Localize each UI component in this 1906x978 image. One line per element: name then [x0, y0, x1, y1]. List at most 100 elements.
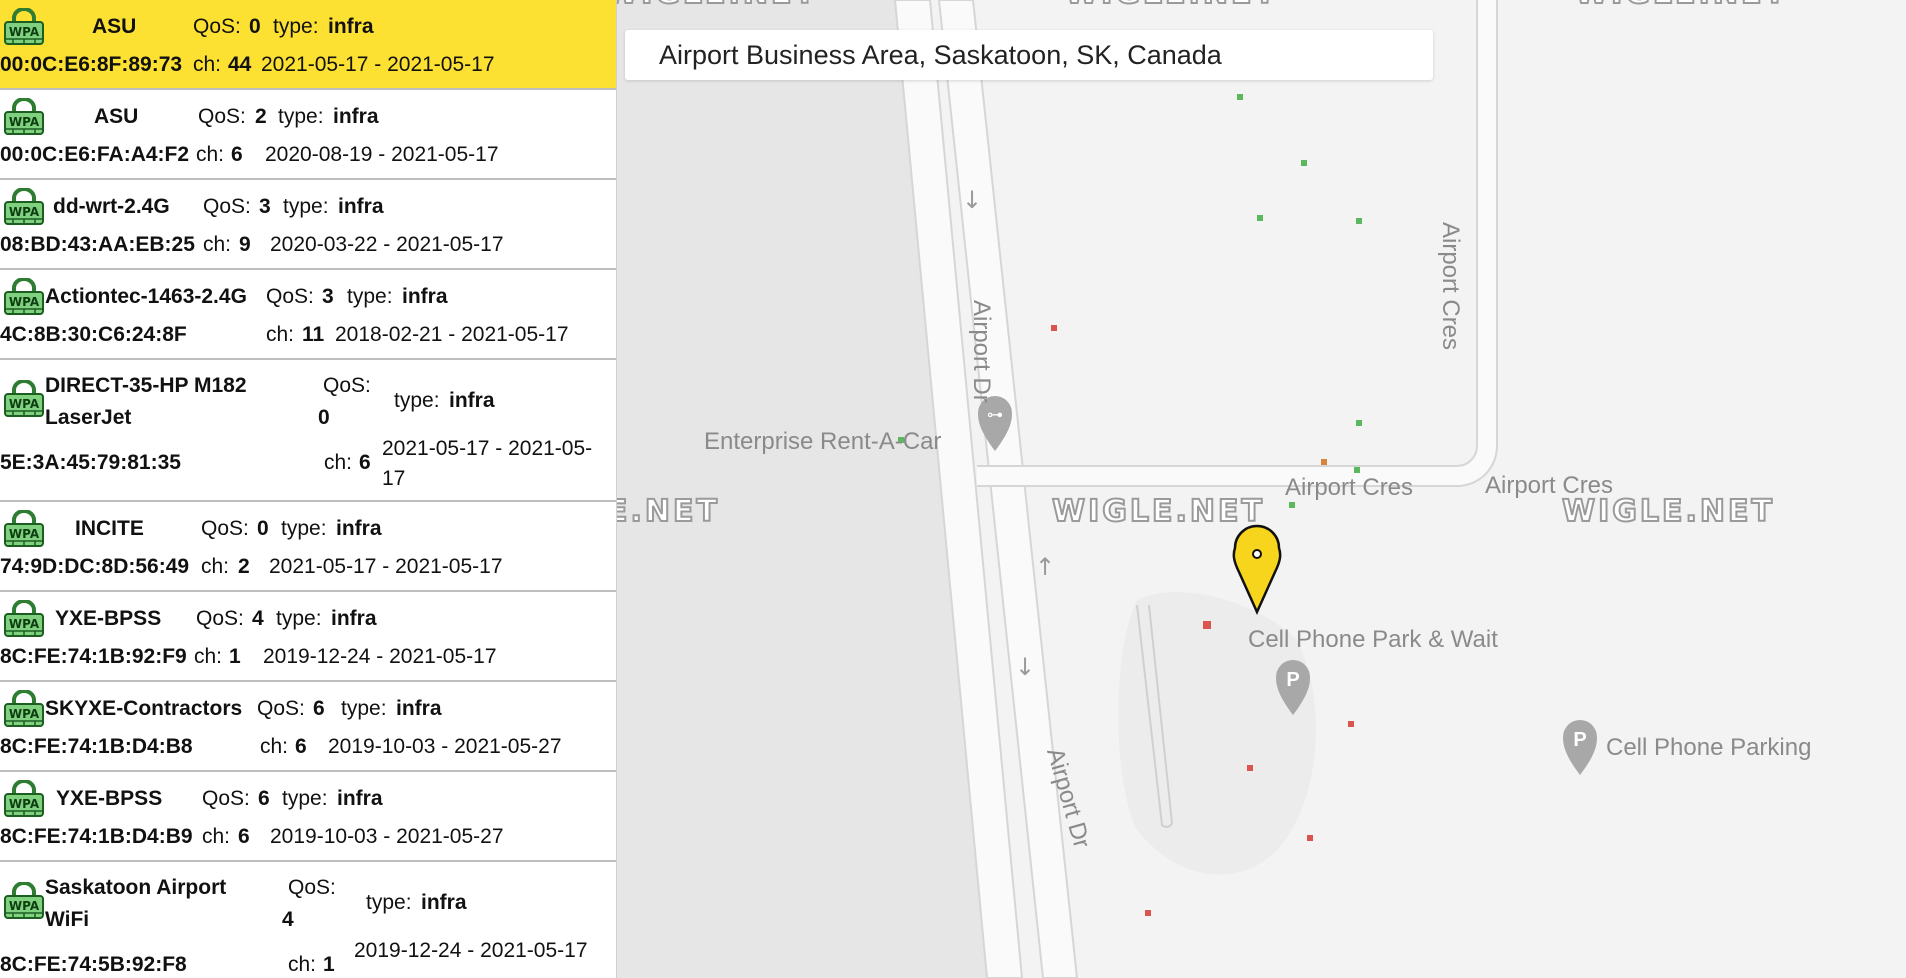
type-label: type: [394, 389, 440, 412]
ssid: Actiontec-1463-2.4G [45, 285, 247, 308]
type-label: type: [281, 517, 327, 540]
qos-label: QoS: [202, 787, 250, 810]
wpa-lock-icon [2, 98, 46, 136]
date-range: 2018-02-21 - 2021-05-17 [335, 323, 569, 346]
red-dot [1203, 621, 1211, 629]
date-range: 2019-10-03 - 2021-05-27 [270, 825, 504, 848]
qos-value: 0 [249, 15, 261, 38]
green-dot [1356, 218, 1362, 224]
location-search-input[interactable]: Airport Business Area, Saskatoon, SK, Ca… [625, 30, 1433, 80]
qos-value: 3 [259, 195, 271, 218]
type-label: type: [347, 285, 393, 308]
channel-value: 9 [239, 233, 251, 256]
date-range: 2020-08-19 - 2021-05-17 [265, 143, 499, 166]
red-dot [1247, 765, 1253, 771]
ssid: ASU [92, 15, 137, 38]
channel-label: ch: [193, 53, 222, 76]
network-row[interactable]: ASU QoS: 2 type: infra 00:0C:E6:FA:A4:F2… [0, 90, 616, 180]
type-label: type: [283, 195, 329, 218]
date-range: 2019-12-24 - 2021-05-17 [263, 645, 497, 668]
qos-value: 4 [252, 607, 264, 630]
street-label-airport-dr: Airport Dr [968, 300, 995, 403]
ssid: DIRECT-35-HP M182 LaserJet [45, 374, 247, 429]
mac-address: 74:9D:DC:8D:56:49 [0, 555, 190, 578]
green-dot [1257, 215, 1263, 221]
type-value: infra [336, 517, 382, 540]
qos-value: 0 [257, 517, 269, 540]
type-value: infra [421, 891, 467, 914]
type-value: infra [338, 195, 384, 218]
street-label-airport-cres: Airport Cres [1437, 222, 1464, 351]
type-value: infra [449, 389, 495, 412]
network-row-asu-selected[interactable]: ASU QoS: 0 type: infra 00:0C:E6:8F:89:73… [0, 0, 616, 90]
mac-address: 00:0C:E6:FA:A4:F2 [0, 143, 190, 166]
qos-label: QoS: [288, 876, 336, 899]
date-range: 2019-10-03 - 2021-05-27 [328, 735, 562, 758]
type-label: type: [341, 697, 387, 720]
type-value: infra [402, 285, 448, 308]
network-row[interactable]: DIRECT-35-HP M182 LaserJet QoS: 0 type: … [0, 360, 616, 502]
channel-value: 2 [238, 555, 250, 578]
network-row[interactable]: dd-wrt-2.4G QoS: 3 type: infra 08:BD:43:… [0, 180, 616, 270]
network-list: ASU QoS: 0 type: infra 00:0C:E6:8F:89:73… [0, 0, 617, 978]
map-view[interactable]: ↓ ↑ ↓ ⊶ P P E.NET WIGLE.NET WIGLE.NET Ai… [617, 0, 1906, 978]
ssid: Saskatoon Airport WiFi [45, 876, 227, 931]
channel-label: ch: [288, 953, 317, 976]
road-arrow-icon: ↑ [1035, 553, 1055, 581]
qos-label: QoS: [198, 105, 246, 128]
wpa-lock-icon [2, 510, 46, 548]
wigle-watermark: WIGLE.NET [1064, 0, 1278, 12]
wpa-lock-icon [2, 188, 46, 226]
map-canvas: ↓ ↑ ↓ ⊶ P P [617, 0, 1597, 978]
qos-label: QoS: [323, 374, 371, 397]
type-label: type: [273, 15, 319, 38]
green-dot [1301, 160, 1307, 166]
qos-value: 3 [322, 285, 334, 308]
road-arrow-icon: ↓ [1015, 653, 1035, 681]
type-value: infra [331, 607, 377, 630]
network-row[interactable]: Saskatoon Airport WiFi QoS: 4 type: infr… [0, 862, 616, 978]
channel-label: ch: [203, 233, 232, 256]
channel-value: 6 [238, 825, 250, 848]
qos-label: QoS: [203, 195, 251, 218]
type-label: type: [278, 105, 324, 128]
network-row[interactable]: INCITE QoS: 0 type: infra 74:9D:DC:8D:56… [0, 502, 616, 592]
mac-address: 08:BD:43:AA:EB:25 [0, 233, 195, 256]
ssid: INCITE [75, 517, 144, 540]
street-label-airport-cres: Airport Cres [1485, 472, 1614, 499]
mac-address: 00:0C:E6:8F:89:73 [0, 53, 183, 76]
date-range: 2021-05-17 - 2021-05-17 [261, 53, 495, 76]
channel-label: ch: [324, 451, 353, 474]
channel-label: ch: [202, 825, 231, 848]
red-dot [1348, 721, 1354, 727]
type-label: type: [366, 891, 412, 914]
mac-address: 8C:FE:74:5B:92:F8 [0, 953, 187, 976]
qos-label: QoS: [196, 607, 244, 630]
parking-place-icon: P [1563, 720, 1597, 775]
selected-location-pin-icon[interactable] [1232, 524, 1282, 616]
ssid: SKYXE-Contractors [45, 697, 243, 720]
channel-value: 6 [231, 143, 243, 166]
ssid: YXE-BPSS [55, 607, 162, 630]
svg-text:⊶: ⊶ [987, 405, 1003, 424]
date-range: 2021-05-17 - 2021-05-17 [269, 555, 503, 578]
mac-address: 8C:FE:74:1B:D4:B9 [0, 825, 193, 848]
wpa-lock-icon [2, 882, 46, 920]
network-row[interactable]: YXE-BPSS QoS: 4 type: infra 8C:FE:74:1B:… [0, 592, 616, 682]
channel-label: ch: [260, 735, 289, 758]
network-row[interactable]: YXE-BPSS QoS: 6 type: infra 8C:FE:74:1B:… [0, 772, 616, 862]
type-label: type: [282, 787, 328, 810]
channel-value: 11 [302, 323, 325, 346]
wigle-watermark: WIGLE.NET [1574, 0, 1788, 12]
wigle-watermark: WIGLE.NET [1051, 493, 1265, 530]
wpa-lock-icon [2, 278, 46, 316]
date-range: 2020-03-22 - 2021-05-17 [270, 233, 504, 256]
place-label-cell-phone-parking: Cell Phone Parking [1606, 734, 1812, 761]
channel-value: 44 [228, 53, 252, 76]
qos-label: QoS: [201, 517, 249, 540]
network-row[interactable]: SKYXE-Contractors QoS: 6 type: infra 8C:… [0, 682, 616, 772]
red-dot [1145, 910, 1151, 916]
green-dot [1356, 420, 1362, 426]
network-row[interactable]: Actiontec-1463-2.4G QoS: 3 type: infra 4… [0, 270, 616, 360]
orange-dot [1321, 459, 1327, 465]
